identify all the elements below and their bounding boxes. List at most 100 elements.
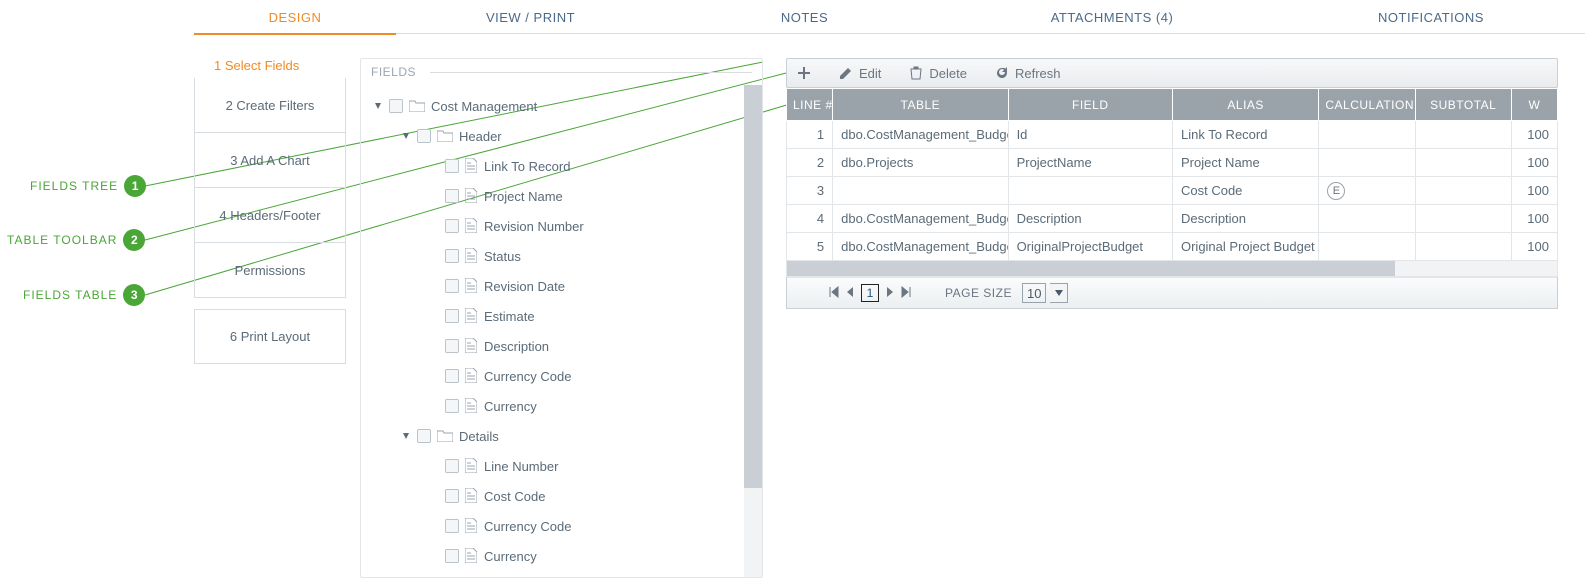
checkbox[interactable] (445, 159, 459, 173)
tree-node[interactable]: Header (367, 121, 762, 151)
checkbox[interactable] (445, 339, 459, 353)
table-row[interactable]: 3Cost CodeE100 (787, 177, 1558, 205)
checkbox[interactable] (445, 459, 459, 473)
column-header[interactable]: FIELD (1008, 89, 1172, 121)
horizontal-thumb[interactable] (787, 261, 1395, 276)
cell (1415, 233, 1511, 261)
table-row[interactable]: 4dbo.CostManagement_BudgeDescriptionDesc… (787, 205, 1558, 233)
cell: Original Project Budget (1172, 233, 1318, 261)
trash-icon (909, 66, 923, 80)
checkbox[interactable] (445, 369, 459, 383)
tree-node[interactable]: Project Name (367, 181, 762, 211)
refresh-button[interactable]: Refresh (995, 66, 1061, 81)
callout-table-toolbar: TABLE TOOLBAR 2 (7, 229, 145, 251)
tree-node[interactable]: Status (367, 241, 762, 271)
page-size-dropdown[interactable] (1050, 283, 1068, 303)
cell (1319, 121, 1415, 149)
tree-node-label: Currency Code (484, 369, 571, 384)
fields-table-panel: Edit Delete Refresh LINE #TABLEFIELDALIA… (786, 58, 1558, 309)
tab-notes[interactable]: NOTES (665, 0, 944, 34)
tree-node[interactable]: Currency Code (367, 361, 762, 391)
checkbox[interactable] (445, 219, 459, 233)
sidebar-item-print-layout[interactable]: 6 Print Layout (194, 309, 346, 364)
checkbox[interactable] (445, 249, 459, 263)
pager-current[interactable]: 1 (861, 284, 879, 302)
pager-next-icon[interactable] (883, 286, 897, 301)
checkbox[interactable] (445, 279, 459, 293)
tree-node[interactable]: Revision Number (367, 211, 762, 241)
horizontal-scrollbar[interactable] (786, 261, 1558, 277)
tree-node[interactable]: Currency (367, 541, 762, 571)
tree-node[interactable]: Estimate (367, 301, 762, 331)
column-header[interactable]: TABLE (833, 89, 1008, 121)
page-size-label: PAGE SIZE (945, 286, 1012, 300)
tree-node-label: Details (459, 429, 499, 444)
cell (1319, 205, 1415, 233)
sidebar-item-add-chart[interactable]: 3 Add A Chart (194, 133, 346, 188)
checkbox[interactable] (417, 429, 431, 443)
tree-node[interactable]: Line Number (367, 451, 762, 481)
expand-icon (429, 191, 439, 201)
table-row[interactable]: 2dbo.ProjectsProjectNameProject Name100 (787, 149, 1558, 177)
tree-node-label: Link To Record (484, 159, 570, 174)
page-icon (465, 488, 478, 504)
column-header[interactable]: LINE # (787, 89, 833, 121)
cell (1319, 149, 1415, 177)
edit-button[interactable]: Edit (839, 66, 881, 81)
add-button[interactable] (797, 66, 811, 80)
tree-node[interactable]: Details (367, 421, 762, 451)
page-size-value[interactable]: 10 (1022, 283, 1046, 303)
table-row[interactable]: 1dbo.CostManagement_BudgeIdLink To Recor… (787, 121, 1558, 149)
column-header[interactable]: W (1511, 89, 1557, 121)
column-header[interactable]: CALCULATION (1319, 89, 1415, 121)
tree-node[interactable]: Description (367, 331, 762, 361)
tab-view-print[interactable]: VIEW / PRINT (396, 0, 665, 34)
checkbox[interactable] (445, 189, 459, 203)
expand-icon[interactable] (373, 101, 383, 111)
tree-node[interactable]: Link To Record (367, 151, 762, 181)
pager-first-icon[interactable] (827, 286, 841, 301)
tree-node[interactable]: Cost Management (367, 91, 762, 121)
checkbox[interactable] (445, 399, 459, 413)
tab-design[interactable]: DESIGN (194, 0, 396, 34)
sidebar-item-create-filters[interactable]: 2 Create Filters (194, 78, 346, 133)
sidebar-item-permissions[interactable]: Permissions (194, 243, 346, 298)
checkbox[interactable] (445, 519, 459, 533)
column-header[interactable]: SUBTOTAL (1415, 89, 1511, 121)
tree-node[interactable]: Revision Date (367, 271, 762, 301)
tab-attachments-4-[interactable]: ATTACHMENTS (4) (944, 0, 1280, 34)
cell: 100 (1511, 177, 1557, 205)
page-icon (465, 518, 478, 534)
checkbox[interactable] (389, 99, 403, 113)
tree-node[interactable]: Cost Code (367, 481, 762, 511)
checkbox[interactable] (445, 549, 459, 563)
scrollbar-track[interactable] (744, 85, 762, 577)
cell (1415, 177, 1511, 205)
cell: ProjectName (1008, 149, 1172, 177)
tree-node[interactable]: Currency (367, 391, 762, 421)
tab-notifications[interactable]: NOTIFICATIONS (1280, 0, 1582, 34)
column-header[interactable]: ALIAS (1172, 89, 1318, 121)
checkbox[interactable] (445, 489, 459, 503)
checkbox[interactable] (445, 309, 459, 323)
delete-button[interactable]: Delete (909, 66, 967, 81)
fields-table[interactable]: LINE #TABLEFIELDALIASCALCULATIONSUBTOTAL… (786, 88, 1558, 261)
expand-icon (429, 221, 439, 231)
refresh-icon (995, 66, 1009, 80)
callout-fields-table: FIELDS TABLE 3 (23, 284, 145, 306)
tree-node[interactable]: Currency Code (367, 511, 762, 541)
checkbox[interactable] (417, 129, 431, 143)
page-icon (465, 248, 478, 264)
expand-icon[interactable] (401, 131, 411, 141)
tree-node-label: Cost Management (431, 99, 537, 114)
sidebar-selected[interactable]: 1 Select Fields (194, 52, 346, 78)
pager-prev-icon[interactable] (843, 286, 857, 301)
tree-node-label: Line Number (484, 459, 558, 474)
table-row[interactable]: 5dbo.CostManagement_BudgeOriginalProject… (787, 233, 1558, 261)
scrollbar-thumb[interactable] (744, 85, 762, 488)
sidebar-item-headers-footer[interactable]: 4 Headers/Footer (194, 188, 346, 243)
pager-last-icon[interactable] (899, 286, 913, 301)
expand-icon[interactable] (401, 431, 411, 441)
folder-icon (409, 99, 425, 113)
fields-tree[interactable]: Cost Management Header Link To Record Proje… (361, 85, 762, 577)
